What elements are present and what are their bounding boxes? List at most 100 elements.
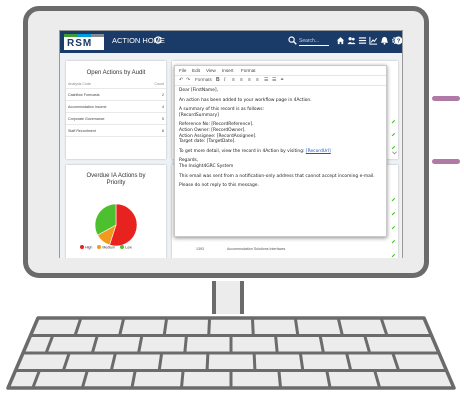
row-id: 1393 [196, 247, 204, 251]
table-row[interactable]: Accommodation Income 4 [66, 100, 166, 113]
help-icon[interactable]: ? [394, 36, 403, 45]
row-count: 2 [141, 88, 166, 101]
reference-line: Reference No: [RecordReference]. [179, 122, 254, 128]
bold-button[interactable]: B [216, 77, 220, 83]
keyboard-key-divider [250, 317, 255, 336]
keyboard-key-divider [207, 317, 212, 336]
legend-label: Medium [102, 245, 116, 250]
home-icon[interactable] [336, 36, 345, 45]
row-count: 4 [141, 100, 166, 113]
system-signature: The Insight4GRC System [179, 163, 234, 169]
menu-insert[interactable]: Insert [222, 68, 234, 73]
legend-swatch-high [80, 245, 84, 249]
formats-dropdown[interactable]: Formats [195, 77, 212, 82]
overdue-actions-panel: Overdue IA Actions by Priority High Medi… [66, 165, 166, 263]
app-header: RSM ACTION HOME [60, 31, 402, 53]
menu-edit[interactable]: Edit [192, 68, 200, 73]
priority-pie-chart [94, 203, 138, 247]
decorative-dash-bottom [432, 159, 460, 164]
menu-file[interactable]: File [179, 68, 186, 73]
keyboard [6, 314, 456, 394]
legend-label: Low [125, 245, 132, 250]
regards-text: Regards, [179, 158, 199, 164]
link-icon[interactable]: ⚭ [280, 77, 284, 83]
screen: RSM ACTION HOME Search... ? Open Actions… [59, 30, 403, 264]
align-right-icon[interactable]: ≡ [248, 77, 251, 83]
column-header: Count [141, 80, 166, 89]
open-actions-panel: Open Actions by Audit Analysis Code Coun… [66, 61, 166, 159]
overdue-title-line2: Priority [106, 180, 126, 186]
menu-format[interactable]: Format [241, 68, 256, 73]
intro-text: An action has been added to your workflo… [179, 97, 312, 103]
rsm-logo: RSM [64, 34, 104, 50]
record-url-link[interactable]: [RecordUrl] [306, 149, 331, 154]
keyboard-key-divider [183, 335, 188, 354]
list-icon[interactable] [358, 36, 367, 45]
target-date-line: Target date: [TargetDate]. [179, 139, 236, 145]
justify-icon[interactable]: ≡ [256, 77, 259, 83]
open-actions-table: Analysis Code Count Cashflow Forecasts 2… [66, 80, 166, 137]
monitor-stand-neck [212, 281, 244, 314]
edit-icon[interactable] [391, 239, 396, 244]
chevron-down-icon[interactable] [392, 151, 397, 155]
logo-text: RSM [67, 38, 93, 49]
editor-body[interactable]: Dear [FirstName], An action has been add… [179, 88, 383, 193]
menu-view[interactable]: View [206, 68, 216, 73]
monitor-chin [23, 258, 429, 278]
decorative-dash-top [432, 96, 460, 101]
legend-swatch-medium [97, 245, 102, 249]
redo-icon[interactable]: ↷ [186, 77, 190, 83]
row-text: Accommodation Solutions Interfaces [227, 247, 286, 251]
bell-icon[interactable] [380, 36, 389, 45]
editor-toolbar: ↶ ↷ Formats B I ≡ ≡ ≡ ≡ ☰ ☰ ⚭ [175, 75, 386, 86]
edit-icon[interactable] [391, 119, 396, 124]
row-name: Accommodation Income [66, 100, 142, 113]
table-header-row: Analysis Code Count [66, 80, 166, 89]
owner-line: Action Owner: [RecordOwner]. [179, 127, 246, 133]
align-center-icon[interactable]: ≡ [240, 77, 243, 83]
keyboard-key-divider [205, 352, 210, 371]
legend-swatch-low [120, 245, 125, 249]
assignee-line: Action Assignee: [RecordAssignee]. [179, 133, 257, 139]
legend-label: High [85, 245, 93, 250]
edit-icon[interactable] [391, 211, 396, 216]
table-row[interactable]: Corporate Governance 5 [66, 112, 166, 125]
greeting-text: Dear [FirstName], [179, 88, 218, 93]
table-row[interactable]: Staff Recruitment 8 [66, 124, 166, 137]
refresh-icon[interactable] [153, 35, 163, 45]
edit-icon[interactable] [391, 132, 396, 137]
row-count: 8 [141, 124, 166, 137]
column-header: Analysis Code [66, 80, 142, 89]
row-name: Cashflow Forecasts [66, 88, 142, 101]
summary-intro: A summary of this record is as follows: [179, 107, 264, 113]
row-name: Corporate Governance [66, 112, 142, 125]
numbered-list-icon[interactable]: ☰ [272, 77, 276, 83]
table-row[interactable]: Cashflow Forecasts 2 [66, 88, 166, 101]
keyboard-key-divider [277, 370, 283, 389]
undo-icon[interactable]: ↶ [179, 77, 183, 83]
italic-button[interactable]: I [224, 77, 225, 83]
users-icon[interactable] [347, 36, 356, 45]
email-template-editor: File Edit View Insert Format ↶ ↷ Formats… [174, 65, 387, 237]
search-input[interactable] [299, 37, 329, 46]
chart-icon[interactable] [369, 36, 378, 45]
notice-text: This email was sent from a notification-… [179, 173, 375, 179]
bullet-list-icon[interactable]: ☰ [264, 77, 268, 83]
keyboard-keys [6, 316, 456, 390]
edit-icon[interactable] [391, 225, 396, 230]
detail-text: To get more detail, view the record in 4… [179, 148, 305, 154]
search-icon[interactable] [288, 36, 297, 45]
summary-field: [RecordSummary] [179, 112, 219, 118]
edit-icon[interactable] [391, 197, 396, 202]
row-name: Staff Recruitment [66, 124, 142, 137]
open-actions-title: Open Actions by Audit [86, 70, 146, 76]
align-left-icon[interactable]: ≡ [232, 77, 235, 83]
pie-legend: High Medium Low [76, 245, 132, 250]
row-count: 5 [141, 112, 166, 125]
svg-text:?: ? [397, 39, 401, 45]
overdue-title-line1: Overdue IA Actions by [86, 173, 146, 179]
keyboard-key-divider [179, 370, 185, 389]
keyboard-key-divider [252, 352, 257, 371]
edit-icon[interactable] [391, 145, 396, 150]
keyboard-key-divider [274, 335, 279, 354]
